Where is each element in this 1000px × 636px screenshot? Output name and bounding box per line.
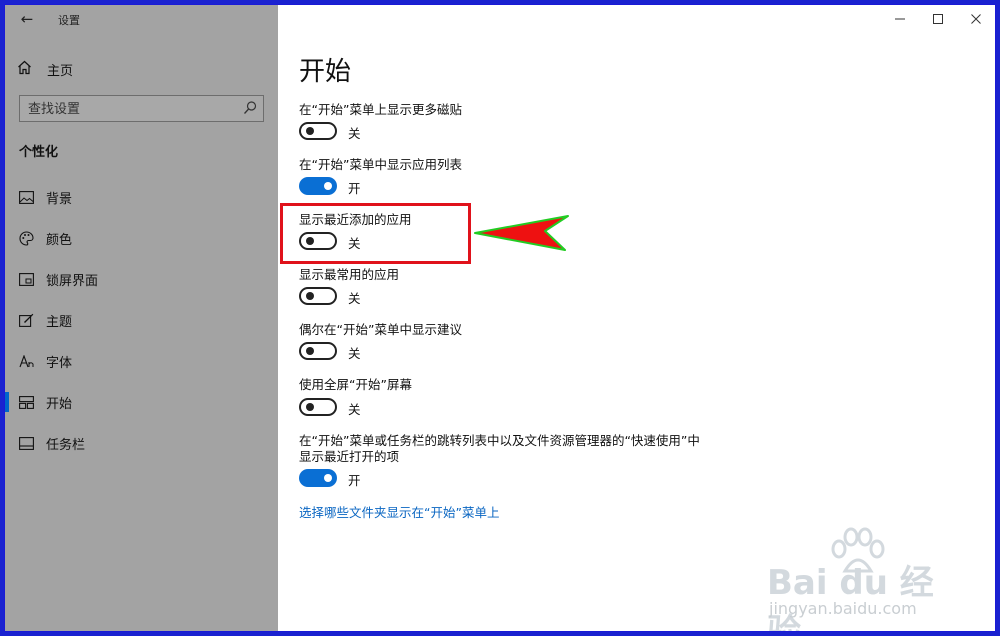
choose-folders-link[interactable]: 选择哪些文件夹显示在“开始”菜单上 — [299, 502, 499, 521]
theme-icon — [18, 312, 34, 328]
sidebar-item-label: 字体 — [46, 355, 73, 371]
settings-window: ← 设置 主页 个性化 背景 颜色 — [5, 5, 995, 631]
toggle-state-text: 关 — [348, 291, 361, 306]
toggle-state-text: 关 — [348, 402, 361, 417]
setting-label-app-list: 在“开始”菜单中显示应用列表 — [299, 157, 462, 172]
back-arrow-icon[interactable]: ← — [17, 10, 37, 28]
toggle-app-list[interactable] — [299, 177, 337, 195]
palette-icon — [18, 230, 34, 246]
toggle-recent-items[interactable] — [299, 469, 337, 487]
maximize-icon[interactable] — [919, 5, 957, 33]
watermark-url: jingyan.baidu.com — [769, 599, 917, 618]
toggle-knob — [306, 403, 314, 411]
sidebar-item-background[interactable]: 背景 — [5, 183, 278, 211]
sidebar-item-fonts[interactable]: 字体 — [5, 347, 278, 375]
sidebar-item-label: 主题 — [46, 314, 73, 330]
nav-home-label: 主页 — [47, 63, 74, 79]
sidebar-item-taskbar[interactable]: 任务栏 — [5, 429, 278, 457]
home-icon — [17, 60, 35, 79]
toggle-suggestions[interactable] — [299, 342, 337, 360]
toggle-knob — [306, 292, 314, 300]
start-icon — [18, 394, 34, 410]
app-title: 设置 — [58, 14, 80, 27]
sidebar-item-lock-screen[interactable]: 锁屏界面 — [5, 265, 278, 293]
section-title: 个性化 — [19, 145, 59, 160]
toggle-fullscreen[interactable] — [299, 398, 337, 416]
search-icon[interactable] — [243, 100, 257, 116]
nav-home[interactable]: 主页 — [17, 59, 73, 79]
sidebar-item-colors[interactable]: 颜色 — [5, 224, 278, 252]
watermark-main: Bai du 经验 — [767, 563, 934, 631]
baidu-watermark: Bai du 经验 jingyan.baidu.com — [767, 527, 967, 631]
toggle-knob — [324, 182, 332, 190]
setting-label-fullscreen: 使用全屏“开始”屏幕 — [299, 377, 412, 392]
toggle-knob — [306, 127, 314, 135]
toggle-most-used[interactable] — [299, 287, 337, 305]
font-icon — [18, 353, 34, 369]
sidebar-item-start[interactable]: 开始 — [5, 388, 278, 416]
sidebar-item-themes[interactable]: 主题 — [5, 306, 278, 334]
sidebar-item-label: 颜色 — [46, 232, 73, 248]
red-arrow-annotation — [474, 215, 569, 251]
toggle-more-tiles[interactable] — [299, 122, 337, 140]
title-bar-left: ← 设置 — [5, 5, 278, 33]
taskbar-icon — [18, 435, 34, 451]
minimize-icon[interactable] — [881, 5, 919, 33]
sidebar-item-label: 背景 — [46, 191, 73, 207]
toggle-state-text: 开 — [348, 181, 361, 196]
sidebar-item-label: 开始 — [46, 396, 73, 412]
search-box[interactable] — [19, 95, 264, 122]
page-title: 开始 — [299, 57, 352, 87]
setting-label-recent-items-line2: 显示最近打开的项 — [299, 449, 400, 464]
sidebar-item-label: 锁屏界面 — [46, 273, 99, 289]
setting-label-more-tiles: 在“开始”菜单上显示更多磁贴 — [299, 102, 462, 117]
toggle-knob — [324, 474, 332, 482]
toggle-state-text: 关 — [348, 346, 361, 361]
lock-screen-icon — [18, 271, 34, 287]
close-icon[interactable] — [957, 5, 995, 33]
sidebar: ← 设置 主页 个性化 背景 颜色 — [5, 5, 278, 631]
search-input[interactable] — [28, 100, 228, 118]
setting-label-most-used: 显示最常用的应用 — [299, 267, 400, 282]
toggle-state-text: 开 — [348, 473, 361, 488]
toggle-knob — [306, 347, 314, 355]
sidebar-item-label: 任务栏 — [46, 437, 86, 453]
highlight-box — [280, 203, 471, 264]
setting-label-suggestions: 偶尔在“开始”菜单中显示建议 — [299, 322, 462, 337]
toggle-state-text: 关 — [348, 126, 361, 141]
image-icon — [18, 189, 34, 205]
